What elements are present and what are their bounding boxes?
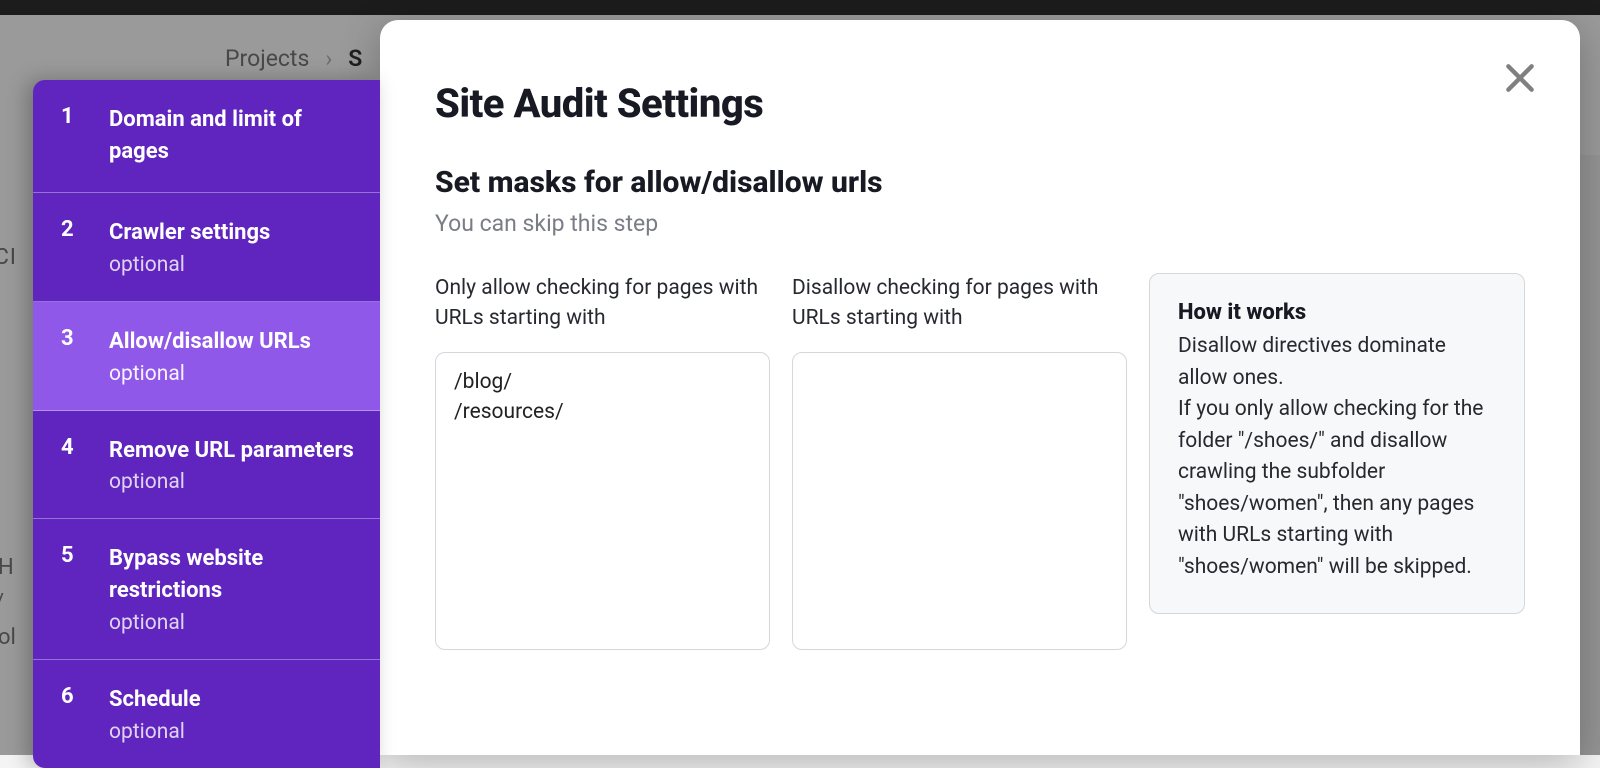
step-label: Crawler settings [109, 217, 356, 249]
info-title: How it works [1178, 300, 1496, 325]
wizard-steps: 1 Domain and limit of pages 2 Crawler setti… [33, 80, 380, 768]
wizard-step-3[interactable]: 3 Allow/disallow URLs optional [33, 302, 380, 411]
step-optional: optional [109, 720, 356, 744]
step-label: Remove URL parameters [109, 435, 356, 467]
disallow-urls-input[interactable] [792, 352, 1127, 650]
step-number: 4 [61, 435, 81, 495]
wizard-step-2[interactable]: 2 Crawler settings optional [33, 193, 380, 302]
step-number: 1 [61, 104, 81, 168]
allow-label: Only allow checking for pages with URLs … [435, 273, 770, 334]
settings-dialog: Site Audit Settings Set masks for allow/… [380, 20, 1580, 755]
step-number: 3 [61, 326, 81, 386]
step-subtitle: You can skip this step [435, 210, 1525, 237]
step-number: 6 [61, 684, 81, 744]
disallow-label: Disallow checking for pages with URLs st… [792, 273, 1127, 334]
step-label: Domain and limit of pages [109, 104, 356, 168]
dialog-title: Site Audit Settings [435, 80, 1525, 127]
wizard-step-6[interactable]: 6 Schedule optional [33, 660, 380, 768]
wizard-step-4[interactable]: 4 Remove URL parameters optional [33, 411, 380, 520]
step-number: 5 [61, 543, 81, 635]
step-label: Bypass website restrictions [109, 543, 356, 607]
step-optional: optional [109, 611, 356, 635]
step-optional: optional [109, 253, 356, 277]
step-label: Schedule [109, 684, 356, 716]
how-it-works-box: How it works Disallow directives dominat… [1149, 273, 1525, 614]
wizard-step-1[interactable]: 1 Domain and limit of pages [33, 80, 380, 193]
allow-urls-input[interactable] [435, 352, 770, 650]
info-text: Disallow directives dominate allow ones.… [1178, 331, 1496, 583]
step-optional: optional [109, 470, 356, 494]
step-title: Set masks for allow/disallow urls [435, 165, 1525, 200]
step-number: 2 [61, 217, 81, 277]
step-label: Allow/disallow URLs [109, 326, 356, 358]
wizard-step-5[interactable]: 5 Bypass website restrictions optional [33, 519, 380, 660]
step-optional: optional [109, 362, 356, 386]
